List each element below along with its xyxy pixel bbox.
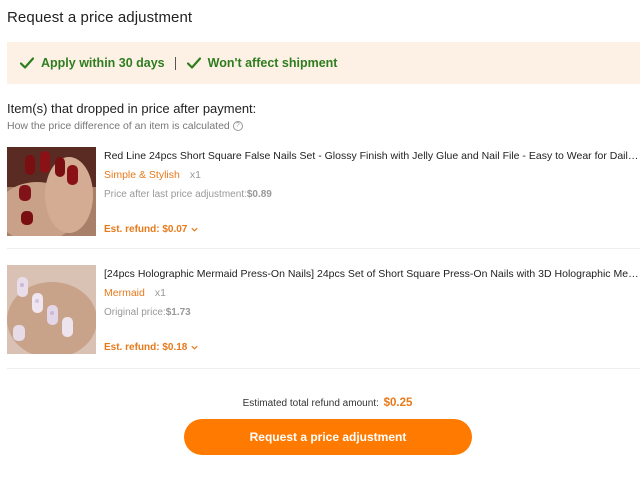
question-circle-icon[interactable]: ? xyxy=(232,121,243,131)
product-item: Red Line 24pcs Short Square False Nails … xyxy=(7,147,640,237)
price-value: $1.73 xyxy=(165,307,191,318)
variant-label: Simple & Stylish xyxy=(104,169,180,181)
request-price-adjustment-button[interactable]: Request a price adjustment xyxy=(184,419,472,455)
refund-value: $0.07 xyxy=(162,224,188,235)
product-image[interactable] xyxy=(7,147,96,236)
refund-summary: Estimated total refund amount: $0.25 xyxy=(0,397,640,409)
product-image[interactable] xyxy=(7,265,96,354)
divider xyxy=(7,368,640,369)
calculation-help-link[interactable]: How the price difference of an item is c… xyxy=(7,120,243,132)
benefit-apply-window: Apply within 30 days xyxy=(19,55,165,71)
check-icon xyxy=(186,57,201,69)
variant-label: Mermaid xyxy=(104,287,145,299)
price-label: Price after last price adjustment: xyxy=(104,189,247,200)
refund-label: Est. refund: xyxy=(104,342,160,353)
check-icon xyxy=(19,57,35,69)
banner-divider xyxy=(174,56,176,70)
quantity: x1 xyxy=(154,287,166,299)
est-refund-toggle[interactable]: Est. refund: $0.18 xyxy=(104,342,199,353)
calculation-help-text[interactable]: How the price difference of an item is c… xyxy=(7,120,230,132)
total-refund-amount: $0.25 xyxy=(383,397,413,409)
chevron-down-icon[interactable] xyxy=(190,225,199,234)
est-refund-toggle[interactable]: Est. refund: $0.07 xyxy=(104,224,199,235)
product-item: [24pcs Holographic Mermaid Press-On Nail… xyxy=(7,265,640,355)
divider xyxy=(7,248,640,249)
product-variant: Simple & Stylish x1 xyxy=(104,169,201,181)
price-value: $0.89 xyxy=(246,189,272,200)
benefit-label: Apply within 30 days xyxy=(41,56,165,70)
refund-label: Est. refund: xyxy=(104,224,160,235)
total-refund-label: Estimated total refund amount: xyxy=(242,398,379,409)
price-info: Original price:$1.73 xyxy=(104,307,191,318)
product-variant: Mermaid x1 xyxy=(104,287,166,299)
chevron-down-icon[interactable] xyxy=(190,343,199,352)
quantity: x1 xyxy=(189,169,201,181)
product-name[interactable]: [24pcs Holographic Mermaid Press-On Nail… xyxy=(104,268,640,280)
page-title: Request a price adjustment xyxy=(7,9,193,26)
benefit-label: Won't affect shipment xyxy=(207,56,338,70)
price-info: Price after last price adjustment:$0.89 xyxy=(104,189,272,200)
benefit-shipment: Won't affect shipment xyxy=(186,55,338,71)
product-name[interactable]: Red Line 24pcs Short Square False Nails … xyxy=(104,150,640,162)
benefits-banner: Apply within 30 days Won't affect shipme… xyxy=(7,42,640,84)
section-title: Item(s) that dropped in price after paym… xyxy=(7,101,257,116)
price-label: Original price: xyxy=(104,307,166,318)
refund-value: $0.18 xyxy=(162,342,188,353)
